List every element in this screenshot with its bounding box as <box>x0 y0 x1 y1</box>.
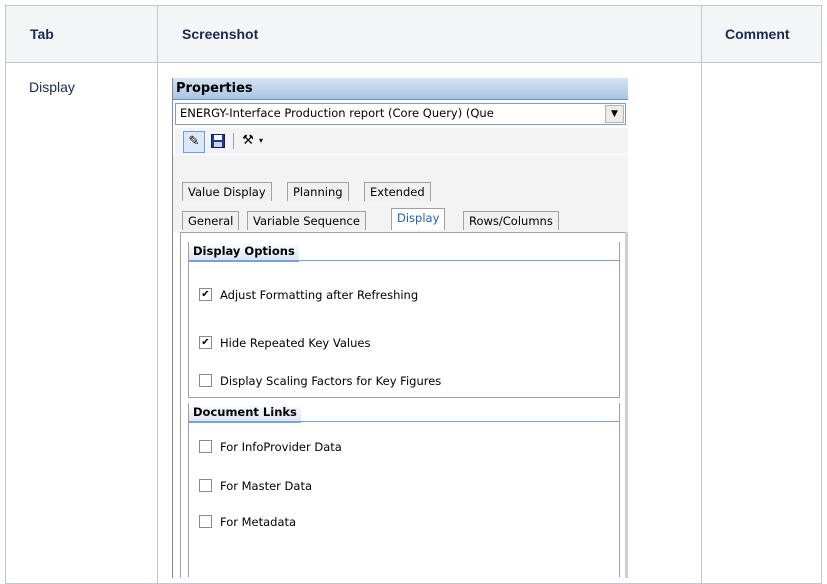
properties-panel: Properties ENERGY-Interface Production r… <box>172 78 628 578</box>
tab-rows-columns[interactable]: Rows/Columns <box>463 211 559 230</box>
table-row: Display Properties ENERGY-Interface Prod… <box>5 62 822 584</box>
tools-dropdown-icon[interactable]: ▾ <box>259 136 263 145</box>
cell-tab: Display <box>5 62 158 584</box>
cell-comment <box>701 62 822 584</box>
display-options-header: Display Options <box>189 242 299 262</box>
header-screenshot: Screenshot <box>157 5 702 63</box>
pencil-icon[interactable]: ✎ <box>183 131 205 153</box>
checkbox-box[interactable] <box>199 374 212 387</box>
tab-extended[interactable]: Extended <box>364 182 431 201</box>
checkbox-box[interactable] <box>199 479 212 492</box>
adjust-formatting-checkbox[interactable]: ✔ Adjust Formatting after Refreshing <box>199 287 418 303</box>
table-header-row: Tab Screenshot Comment <box>5 5 822 63</box>
infoprovider-data-checkbox[interactable]: For InfoProvider Data <box>199 439 342 455</box>
master-data-checkbox[interactable]: For Master Data <box>199 478 312 494</box>
display-tab-page: Display Options ✔ Adjust Formatting after… <box>180 232 628 578</box>
checkbox-box[interactable]: ✔ <box>199 288 212 301</box>
checkbox-box[interactable] <box>199 440 212 453</box>
checkbox-label: Adjust Formatting after Refreshing <box>220 288 419 302</box>
display-options-group: Display Options ✔ Adjust Formatting after… <box>188 242 620 398</box>
document-links-group: Document Links For InfoProvider Data For… <box>188 403 620 577</box>
query-select-value: ENERGY-Interface Production report (Core… <box>180 106 494 120</box>
checkbox-label: For Metadata <box>220 515 297 529</box>
tools-icon[interactable]: ⚒ <box>238 131 258 151</box>
checkbox-label: Hide Repeated Key Values <box>220 336 371 350</box>
tab-general[interactable]: General <box>182 211 240 230</box>
tab-strip: Value Display Planning Extended General … <box>173 155 628 233</box>
checkbox-box[interactable]: ✔ <box>199 336 212 349</box>
header-tab: Tab <box>5 5 158 63</box>
metadata-checkbox[interactable]: For Metadata <box>199 514 296 530</box>
document-links-header: Document Links <box>189 403 301 423</box>
floppy-disk-icon[interactable] <box>208 131 228 151</box>
tab-planning[interactable]: Planning <box>287 182 349 201</box>
toolbar: ✎ ⚒ ▾ <box>175 128 628 154</box>
display-scaling-factors-checkbox[interactable]: Display Scaling Factors for Key Figures <box>199 373 441 389</box>
tab-value-display[interactable]: Value Display <box>182 182 272 201</box>
checkbox-label: For Master Data <box>220 479 313 493</box>
header-comment: Comment <box>701 5 822 63</box>
cell-screenshot: Properties ENERGY-Interface Production r… <box>157 62 702 584</box>
checkbox-box[interactable] <box>199 515 212 528</box>
tab-variable-sequence[interactable]: Variable Sequence <box>247 211 366 230</box>
checkbox-label: Display Scaling Factors for Key Figures <box>220 374 442 388</box>
tab-display[interactable]: Display <box>391 208 446 230</box>
dropdown-arrow-icon[interactable]: ▼ <box>605 105 624 123</box>
scrollbar[interactable] <box>625 232 628 578</box>
toolbar-separator <box>233 133 234 149</box>
query-select[interactable]: ENERGY-Interface Production report (Core… <box>175 103 626 125</box>
checkbox-label: For InfoProvider Data <box>220 440 342 454</box>
properties-title: Properties <box>173 78 628 100</box>
hide-repeated-key-values-checkbox[interactable]: ✔ Hide Repeated Key Values <box>199 335 370 351</box>
documentation-table: Tab Screenshot Comment Display Propertie… <box>5 5 822 584</box>
